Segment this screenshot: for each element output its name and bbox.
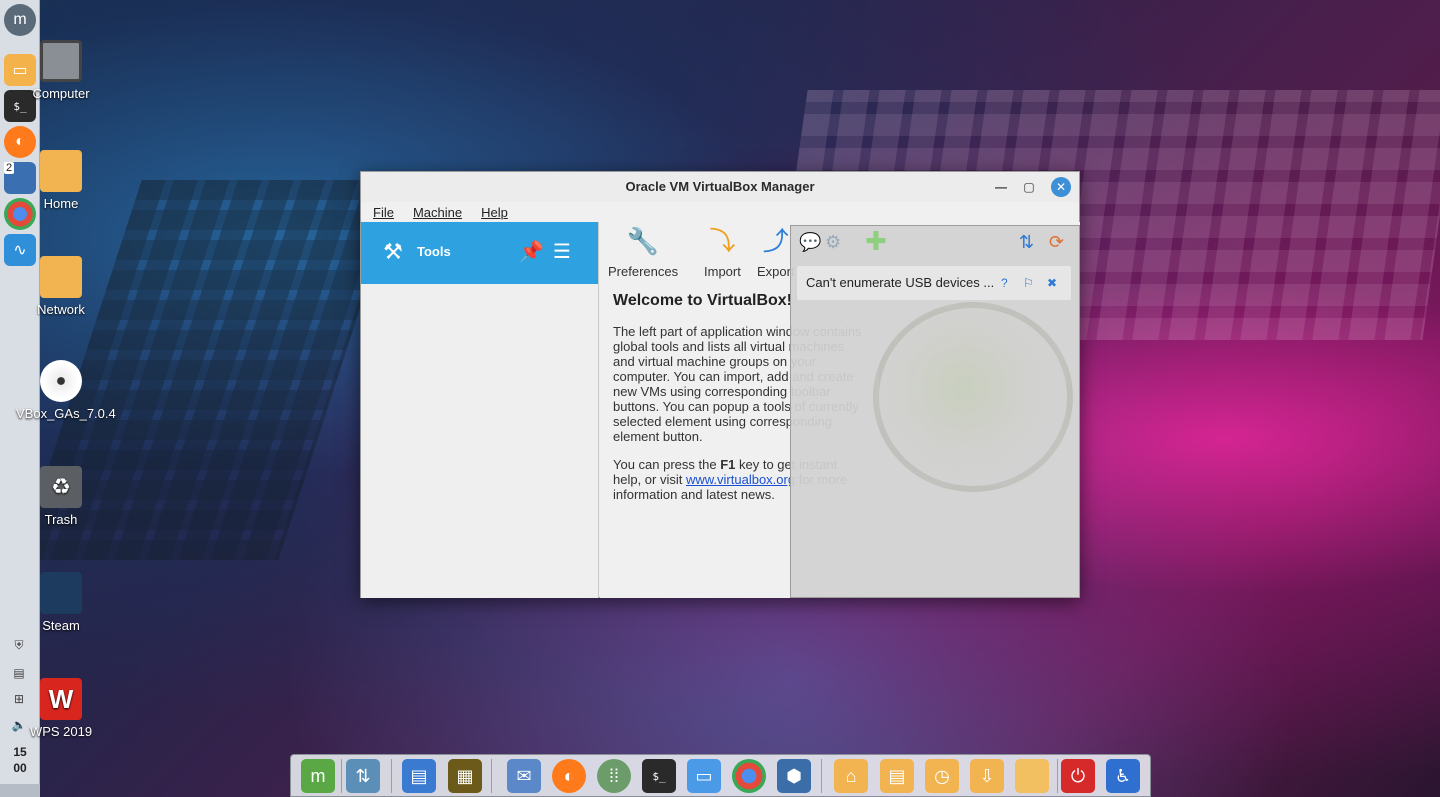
close-notification-icon[interactable]: ✖ — [1047, 266, 1057, 300]
wps-icon: W — [40, 678, 82, 720]
settings-gear-icon[interactable]: ⚙ — [825, 232, 841, 253]
pin-icon[interactable]: 📌 — [519, 239, 544, 264]
menu-bar: File Machine Help — [361, 202, 1079, 222]
home-folder-icon — [40, 150, 82, 192]
clock[interactable]: 15 00 — [0, 744, 40, 776]
export-button[interactable]: ⤴ Export — [757, 224, 795, 279]
virtualbox-watermark — [873, 302, 1073, 492]
notification-center: 💬 ⚙ ✚ ⇅ ⟳ Can't enumerate USB devices ..… — [790, 225, 1080, 598]
import-label: Import — [704, 264, 741, 279]
mint-menu-icon[interactable]: m — [4, 4, 36, 36]
terminal-icon[interactable]: $_ — [642, 759, 676, 793]
power-icon[interactable]: ⏻ — [1061, 759, 1095, 793]
downloads-folder-icon[interactable]: ⇩ — [970, 759, 1004, 793]
tools-menu-icon[interactable]: ☰ — [553, 239, 571, 264]
firefox-icon[interactable]: ◐ — [552, 759, 586, 793]
tools-label: Tools — [417, 244, 451, 259]
disc-icon — [40, 360, 82, 402]
desktop-icon-home[interactable]: Home — [16, 150, 106, 211]
tools-icon: ⚒ — [383, 239, 403, 264]
steam-icon — [40, 572, 82, 614]
preferences-label: Preferences — [608, 264, 679, 279]
sort-icon[interactable]: ⇅ — [1019, 232, 1034, 253]
text-editor-icon[interactable]: ▤ — [402, 759, 436, 793]
dock-separator — [391, 759, 392, 793]
workspace-badge: 2 — [4, 162, 15, 174]
desktop-icon-computer[interactable]: Computer — [16, 40, 106, 101]
virtualbox-icon[interactable]: ⬢ — [777, 759, 811, 793]
menu-machine[interactable]: Machine — [413, 205, 462, 220]
export-label: Export — [757, 264, 795, 279]
window-title: Oracle VM VirtualBox Manager — [625, 179, 815, 194]
desktop-icon-label: Steam — [42, 618, 80, 633]
tools-item[interactable]: ⚒ Tools 📌 ☰ — [361, 222, 598, 284]
image-viewer-icon[interactable]: ▦ — [448, 759, 482, 793]
window-titlebar[interactable]: Oracle VM VirtualBox Manager — ▢ ✕ — [361, 172, 1079, 202]
menu-file[interactable]: File — [373, 205, 394, 220]
notification-icon[interactable]: 💬 — [799, 232, 821, 253]
clock-hour: 15 — [13, 745, 27, 759]
keep-finished-icon[interactable]: ⟳ — [1049, 232, 1064, 253]
notification-text: Can't enumerate USB devices ... — [806, 275, 995, 290]
notification-toolbar: 💬 ⚙ ✚ ⇅ ⟳ — [791, 226, 1079, 262]
desktop-icon-vbox-gas[interactable]: VBox_GAs_7.0.4 — [16, 360, 116, 421]
minimize-button[interactable]: — — [991, 177, 1011, 197]
desktop-icon-label: VBox_GAs_7.0.4 — [16, 406, 116, 421]
security-shield-icon[interactable]: ⛨ — [10, 636, 28, 654]
close-button[interactable]: ✕ — [1051, 177, 1071, 197]
preferences-button[interactable]: 🔧 Preferences — [608, 224, 678, 279]
help-icon[interactable]: ? — [1001, 266, 1008, 300]
home-folder-icon[interactable]: ⌂ — [834, 759, 868, 793]
desktop-icon-trash[interactable]: ♻ Trash — [16, 466, 106, 527]
trash-icon: ♻ — [40, 466, 82, 508]
mail-icon[interactable]: ✉ — [507, 759, 541, 793]
dock: m ⇅ ▤ ▦ ✉ ◐ ⁞⁞ $_ ▭ ⬢ ⌂ ▤ ◷ ⇩ ⏻ ♿ — [290, 754, 1151, 797]
panel-bottom-edge — [0, 784, 40, 797]
notification-message[interactable]: Can't enumerate USB devices ... ? ⚐ ✖ — [797, 266, 1071, 300]
dock-separator — [491, 759, 492, 793]
help-text: You can press the — [613, 457, 721, 472]
import-icon: ⤵ — [709, 226, 736, 256]
preferences-icon: 🔧 — [626, 226, 660, 256]
dock-separator — [341, 759, 342, 793]
show-desktop-icon[interactable]: ⇅ — [346, 759, 380, 793]
desktop-icon-steam[interactable]: Steam — [16, 572, 106, 633]
clock-minute: 00 — [13, 761, 27, 775]
computer-icon — [40, 40, 82, 82]
virtualbox-manager-window: Oracle VM VirtualBox Manager — ▢ ✕ File … — [360, 171, 1080, 598]
desktop-icon-label: Home — [43, 196, 79, 211]
network-folder-icon — [40, 256, 82, 298]
documents-folder-icon[interactable]: ▤ — [880, 759, 914, 793]
tools-pane: ⚒ Tools 📌 ☰ — [361, 222, 599, 598]
desktop-icon-label: Computer — [32, 86, 90, 101]
accessibility-icon[interactable]: ♿ — [1106, 759, 1140, 793]
import-button[interactable]: ⤵ Import — [704, 224, 741, 279]
ignore-icon[interactable]: ⚐ — [1023, 266, 1034, 300]
desktop-icon-wps[interactable]: W WPS 2019 — [16, 678, 106, 739]
menu-help[interactable]: Help — [481, 205, 508, 220]
dock-separator — [821, 759, 822, 793]
export-icon: ⤴ — [762, 226, 789, 256]
virtualbox-link[interactable]: www.virtualbox.org — [686, 472, 795, 487]
mint-menu-icon[interactable]: m — [301, 759, 335, 793]
add-icon[interactable]: ✚ — [865, 226, 887, 257]
desktop-icon-label: WPS 2019 — [29, 724, 93, 739]
maximize-button[interactable]: ▢ — [1019, 177, 1039, 197]
desktop-icon-network[interactable]: Network — [16, 256, 106, 317]
app-grid-icon[interactable]: ⁞⁞ — [597, 759, 631, 793]
history-folder-icon[interactable]: ◷ — [925, 759, 959, 793]
desktop-icon-label: Network — [37, 302, 85, 317]
f1-key: F1 — [720, 457, 736, 472]
dock-separator — [1057, 759, 1058, 793]
folder-icon[interactable] — [1015, 759, 1049, 793]
chrome-icon[interactable] — [732, 759, 766, 793]
chat-icon[interactable]: ▭ — [687, 759, 721, 793]
desktop-icon-label: Trash — [44, 512, 78, 527]
